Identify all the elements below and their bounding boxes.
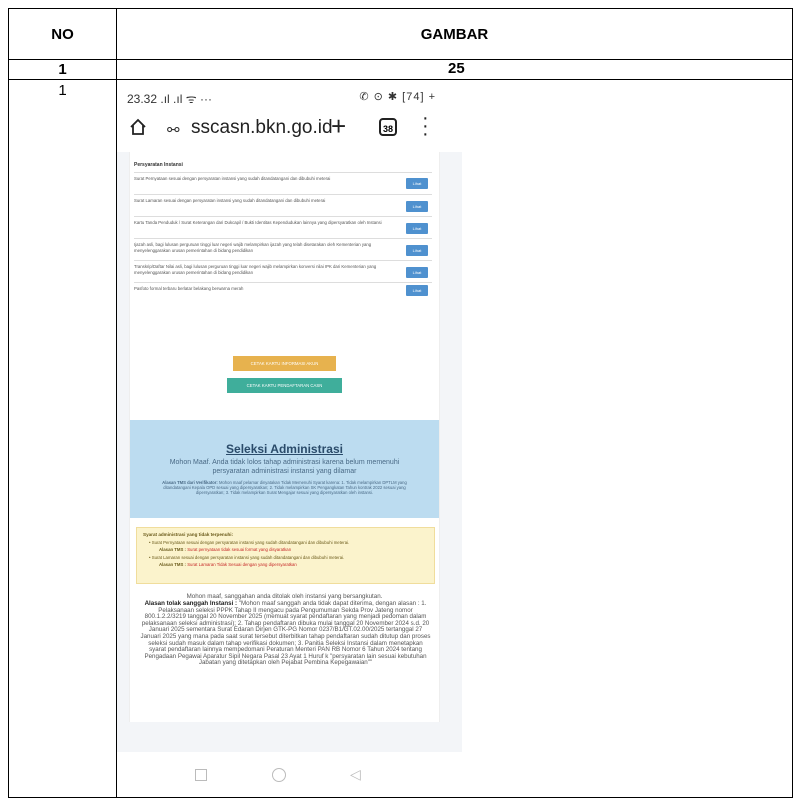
home-icon[interactable] [129,118,147,136]
table-row: 1 25 [9,60,792,80]
browser-toolbar: ⚯ sscasn.bkn.go.id + 38 · · · [117,108,462,146]
print-registration-card-button[interactable]: CETAK KARTU PENDAFTARAN CASN [227,378,342,393]
status-bar-right: ✆ ⊙ ✱ [74] + [359,91,436,103]
document-table: NO GAMBAR 1 25 1 23.32 .ıl .ıl ᯤ ··· ✆ ⊙… [8,8,793,798]
tab-count-button[interactable]: 38 [379,118,397,136]
web-page: Persyaratan Instansi Surat Pernyataan se… [117,152,462,752]
lihat-button[interactable]: Lihat [406,267,428,278]
lihat-button[interactable]: Lihat [406,178,428,189]
new-tab-icon[interactable]: + [331,111,346,142]
requirement-text: Surat Lamaran sesuai dengan persyaratan … [134,198,326,203]
requirement-text: Surat Pernyataan sesuai dengan persyarat… [134,176,331,181]
seleksi-administrasi-panel: Seleksi Administrasi Mohon Maaf. Anda ti… [130,420,439,518]
header-no: NO [9,9,117,59]
lihat-button[interactable]: Lihat [406,245,428,256]
verifikator-note: Alasan TMS dari Verifikator: Mohon maaf … [152,480,417,496]
list-item: Surat Pernyataan sesuai dengan persyarat… [134,172,432,195]
table-header-row: NO GAMBAR [9,9,792,60]
reason-text: Surat Lamaran Tidak Sesuai dengan yang d… [187,562,297,567]
phone-screenshot: 23.32 .ıl .ıl ᯤ ··· ✆ ⊙ ✱ [74] + ⚯ sscas… [117,80,462,795]
requirement-text: Transkrip/Daftar Nilai asli, bagi lulusa… [134,264,377,275]
lihat-button[interactable]: Lihat [406,285,428,296]
unmet-item: • Surat Lamaran sesuai dengan persyarata… [149,555,345,560]
row2-no: 1 [9,60,117,79]
lihat-button[interactable]: Lihat [406,223,428,234]
row2-gambar: 25 [448,60,465,77]
unmet-reason: Alasan TMS : Surat Lamaran Tidak Sesuai … [159,562,297,567]
row2-gambar-cell: 25 [117,60,792,79]
list-item: Pasfoto formal terbaru berlatar belakang… [134,282,432,305]
sanggah-reason-text: "Mohon maaf sanggah anda tidak dapat dit… [140,600,431,667]
unmet-item: • Surat Pernyataan sesuai dengan persyar… [149,540,350,545]
menu-icon[interactable]: · · · [422,108,429,144]
list-item: Surat Lamaran sesuai dengan persyaratan … [134,194,432,217]
row3-no: 1 [9,80,117,797]
recents-icon[interactable] [195,769,207,781]
print-account-card-button[interactable]: CETAK KARTU INFORMASI AKUN [233,356,336,371]
requirement-text: Kartu Tanda Penduduk / Surat Keterangan … [134,220,382,225]
home-nav-icon[interactable] [272,768,286,782]
requirement-text: Pasfoto formal terbaru berlatar belakang… [134,286,244,291]
reason-label: Alasan TMS : [159,562,186,567]
header-gambar: GAMBAR [420,25,489,43]
sanggah-reason: Alasan tolak sanggah Instansi : "Mohon m… [140,600,431,667]
reason-text: Surat pernyataan tidak sesuai format yan… [187,547,292,552]
content-card: Persyaratan Instansi Surat Pernyataan se… [129,152,440,722]
requirement-text: Ijazah asli, bagi lulusan perguruan ting… [134,242,372,253]
seleksi-title: Seleksi Administrasi [226,442,343,456]
lihat-button[interactable]: Lihat [406,201,428,212]
reason-label: Alasan TMS : [159,547,186,552]
url-text[interactable]: sscasn.bkn.go.id [191,117,333,139]
android-nav-bar: ◁ [117,760,462,790]
status-bar-left: 23.32 .ıl .ıl ᯤ ··· [127,92,212,106]
site-settings-icon[interactable]: ⚯ [167,121,180,139]
unmet-reason: Alasan TMS : Surat pernyataan tidak sesu… [159,547,291,552]
list-item: Ijazah asli, bagi lulusan perguruan ting… [134,238,432,261]
row3-gambar-cell: 23.32 .ıl .ıl ᯤ ··· ✆ ⊙ ✱ [74] + ⚯ sscas… [117,80,792,797]
list-item: Transkrip/Daftar Nilai asli, bagi lulusa… [134,260,432,283]
seleksi-subtitle: Mohon Maaf. Anda tidak lolos tahap admin… [169,459,400,475]
back-icon[interactable]: ◁ [350,766,361,783]
unmet-title: Syarat administrasi yang tidak terpenuhi… [143,532,234,537]
requirements-title: Persyaratan Instansi [134,162,183,168]
unmet-requirements-box: Syarat administrasi yang tidak terpenuhi… [136,527,435,584]
table-row: 1 23.32 .ıl .ıl ᯤ ··· ✆ ⊙ ✱ [74] + ⚯ ssc… [9,80,792,797]
list-item: Kartu Tanda Penduduk / Surat Keterangan … [134,216,432,239]
sanggah-status: Mohon maaf, sanggahan anda ditolak oleh … [186,593,383,600]
